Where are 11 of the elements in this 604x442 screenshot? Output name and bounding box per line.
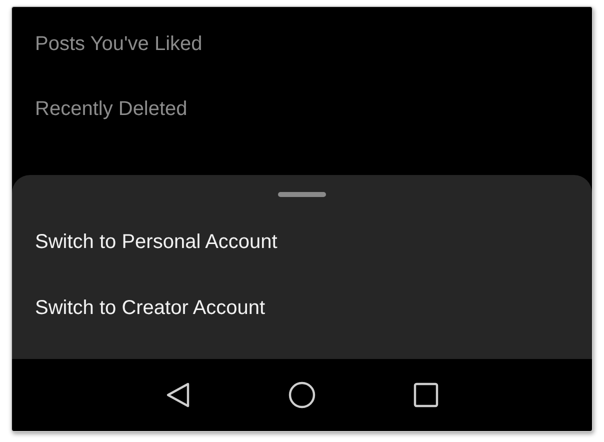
recents-icon: [413, 382, 439, 408]
menu-item[interactable]: Recently Deleted: [35, 97, 592, 121]
back-button[interactable]: [164, 381, 192, 409]
sheet-option[interactable]: Switch to Creator Account: [12, 296, 592, 320]
back-icon: [166, 382, 190, 408]
drag-handle[interactable]: [278, 192, 326, 197]
home-button[interactable]: [288, 381, 316, 409]
sheet-option[interactable]: Switch to Personal Account: [12, 230, 592, 254]
home-icon: [288, 381, 316, 409]
recents-button[interactable]: [412, 381, 440, 409]
menu-item[interactable]: Posts You've Liked: [35, 32, 592, 56]
